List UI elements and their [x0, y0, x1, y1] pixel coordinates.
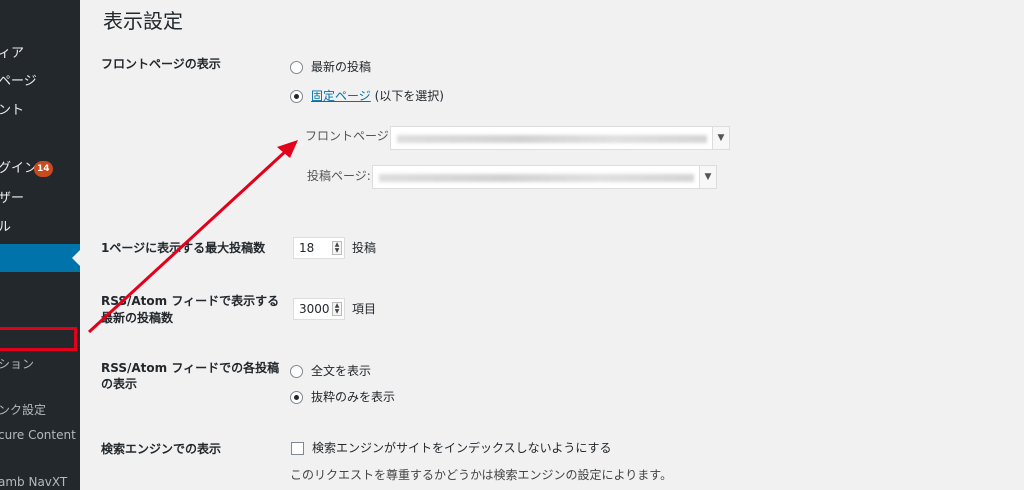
radio-static-page-label[interactable]: 固定ページ (以下を選択)	[311, 88, 444, 104]
rss-count-label-line1: RSS/Atom フィードで表示する	[101, 294, 280, 308]
sidebar-subitem-discussion[interactable]: ション	[0, 355, 80, 373]
sidebar-subitem-permalinks[interactable]: ンク設定	[0, 401, 80, 419]
arrow-head	[277, 140, 298, 158]
search-engine-label: 検索エンジンでの表示	[101, 442, 222, 456]
front-page-select-label: フロントページ:	[305, 129, 393, 143]
sidebar-item-plugins[interactable]: グイン 14	[0, 160, 80, 178]
front-page-select[interactable]: ▼	[390, 126, 730, 150]
rss-display-label-line1: RSS/Atom フィードでの各投稿	[101, 361, 280, 375]
sidebar-item-pages[interactable]: ページ	[0, 73, 80, 91]
sidebar-item-comments[interactable]: ント	[0, 102, 80, 120]
posts-page-select[interactable]: ▼	[372, 165, 717, 189]
front-page-label: フロントページの表示	[101, 57, 221, 71]
posts-per-page-unit: 投稿	[352, 241, 377, 255]
radio-latest-posts[interactable]	[290, 61, 303, 74]
radio-rss-full-text-label[interactable]: 全文を表示	[311, 363, 371, 379]
radio-rss-full-text[interactable]	[290, 365, 303, 378]
rss-display-label-line2: の表示	[101, 377, 138, 391]
radio-rss-summary[interactable]	[290, 391, 303, 404]
radio-static-page[interactable]	[290, 90, 303, 103]
sidebar-subitem-breadcrumb-navxt[interactable]: amb NavXT	[0, 473, 80, 490]
search-engine-description: このリクエストを尊重するかどうかは検索エンジンの設定によります。	[290, 468, 673, 482]
active-indicator-notch	[72, 250, 80, 266]
rss-count-label-line2: 最新の投稿数	[101, 311, 174, 325]
discourage-search-checkbox[interactable]	[291, 442, 304, 455]
discourage-search-checkbox-label[interactable]: 検索エンジンがサイトをインデックスしないようにする	[312, 440, 612, 456]
sidebar-item-media[interactable]: ィア	[0, 45, 80, 63]
spinner-arrows-icon[interactable]: ▲ ▼	[332, 241, 342, 255]
sidebar-item-tools[interactable]: ル	[0, 219, 80, 237]
page-title: 表示設定	[103, 9, 183, 33]
sidebar-item-settings-active[interactable]	[0, 244, 80, 272]
posts-page-select-label: 投稿ページ:	[307, 169, 371, 183]
admin-sidebar: ィア ページ ント グイン 14 ザー ル ション ンク設定 cure Conte…	[0, 0, 80, 490]
sidebar-item-users[interactable]: ザー	[0, 190, 80, 208]
rss-count-input[interactable]: 3000 ▲ ▼	[293, 298, 345, 320]
highlight-box	[0, 327, 77, 351]
update-count-badge: 14	[34, 161, 53, 177]
blurred-page-name	[397, 135, 707, 143]
spinner-arrows-icon[interactable]: ▲ ▼	[332, 302, 342, 316]
blurred-page-name	[379, 174, 694, 182]
radio-latest-posts-label[interactable]: 最新の投稿	[311, 59, 371, 75]
chevron-down-icon: ▼	[712, 127, 729, 149]
rss-count-unit: 項目	[352, 302, 377, 316]
posts-per-page-input[interactable]: 18 ▲ ▼	[293, 237, 345, 259]
static-page-link[interactable]: 固定ページ	[311, 89, 371, 103]
radio-rss-summary-label[interactable]: 抜粋のみを表示	[311, 389, 395, 405]
posts-per-page-label: 1ページに表示する最大投稿数	[101, 241, 266, 255]
chevron-down-icon: ▼	[699, 166, 716, 188]
sidebar-subitem-secure-content[interactable]: cure Content	[0, 426, 80, 444]
